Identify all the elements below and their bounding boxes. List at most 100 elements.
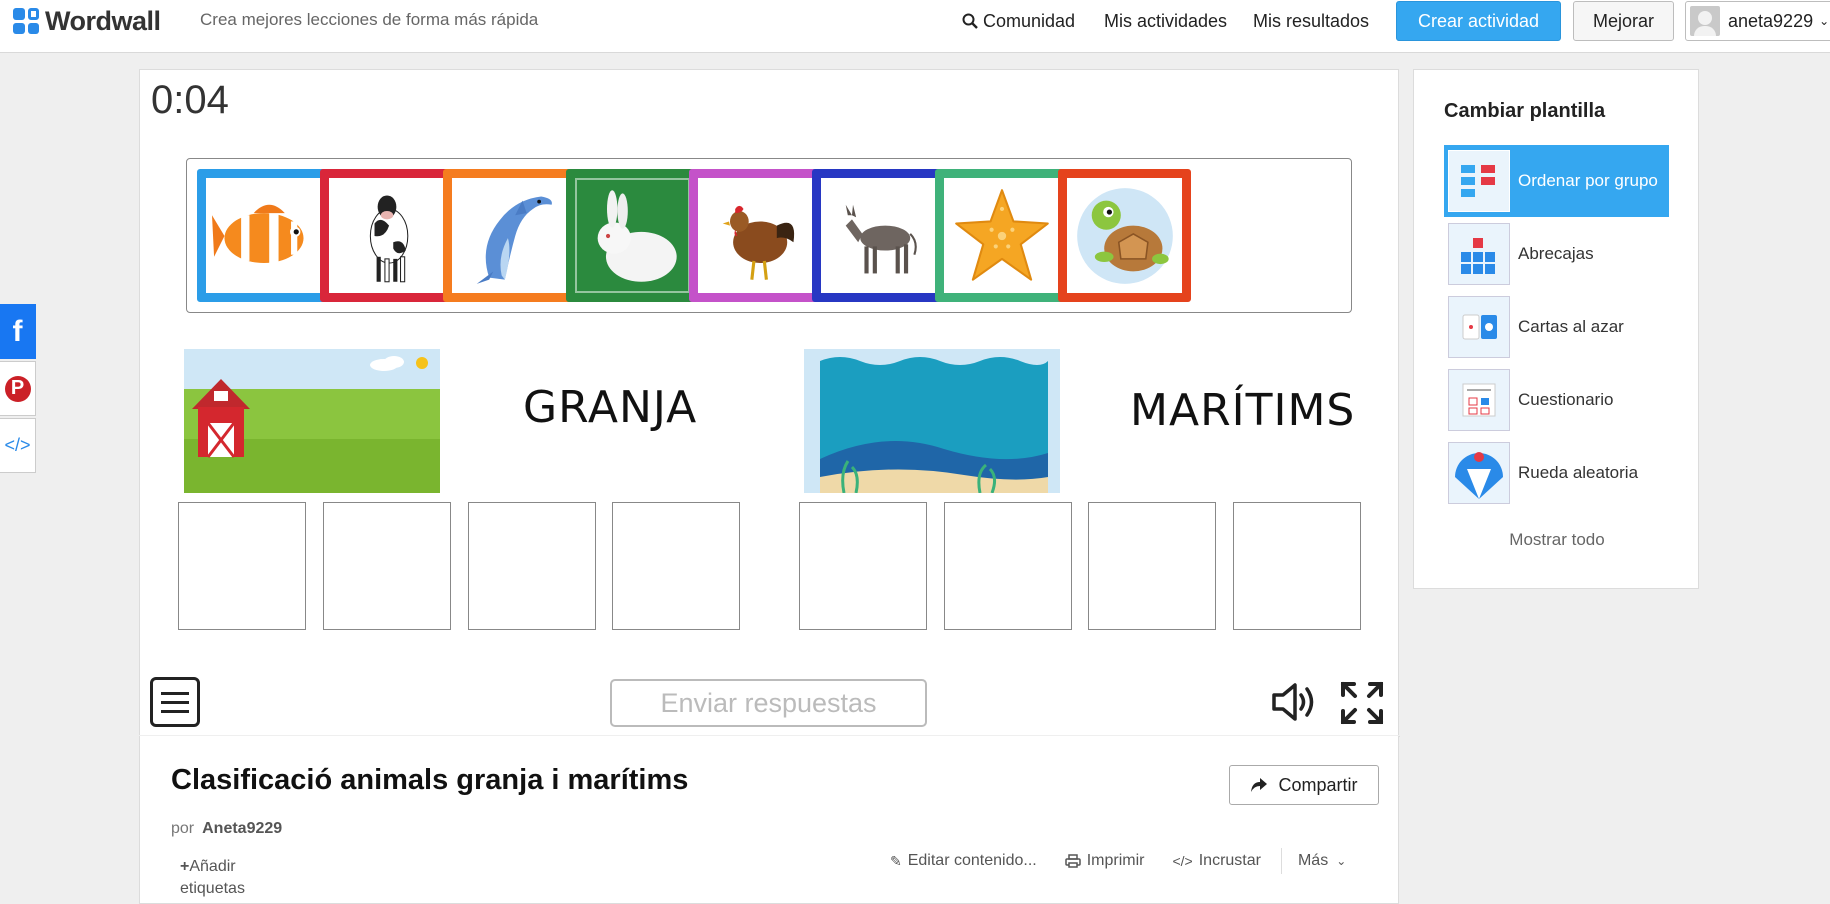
drop-slot-granja-1[interactable] [178, 502, 306, 630]
card-rabbit[interactable] [566, 169, 699, 302]
by-label: por [171, 820, 195, 837]
drop-slot-granja-3[interactable] [468, 502, 596, 630]
user-menu[interactable]: aneta9229 ⌄ [1685, 1, 1830, 41]
template-cartas-al-azar[interactable]: Cartas al azar [1444, 291, 1669, 363]
game-area: 0:04 GRANJA MARÍTIMS Enviar respuestas [139, 69, 1400, 737]
dolphin-icon [476, 195, 552, 284]
chevron-down-icon: ⌄ [1819, 14, 1830, 28]
logo-text: Wordwall [45, 5, 161, 36]
byline: por Aneta9229 [171, 820, 282, 838]
share-label: Compartir [1278, 774, 1358, 795]
embed-button[interactable]: </> Incrustar [1172, 852, 1261, 870]
show-all-link[interactable]: Mostrar todo [1414, 530, 1700, 550]
edit-label: Editar contenido... [907, 852, 1037, 869]
rabbit-icon [597, 189, 677, 282]
nav-comunidad-label: Comunidad [983, 10, 1076, 31]
wheel-icon [1448, 442, 1510, 504]
cow-icon [369, 194, 408, 282]
template-label: Ordenar por grupo [1518, 171, 1658, 190]
tagline: Crea mejores lecciones de forma más rápi… [200, 10, 539, 29]
card-tray [186, 158, 1352, 313]
submit-answers-button[interactable]: Enviar respuestas [610, 679, 927, 727]
template-label: Abrecajas [1518, 244, 1594, 263]
create-activity-button[interactable]: Crear actividad [1396, 1, 1561, 41]
template-rueda-aleatoria[interactable]: Rueda aleatoria [1444, 437, 1669, 509]
code-icon: </> [1172, 853, 1193, 869]
print-label: Imprimir [1086, 852, 1145, 869]
more-label: Más [1297, 852, 1329, 869]
menu-button[interactable] [150, 677, 200, 727]
activity-title: Clasificació animals granja i marítims [171, 764, 689, 796]
card-clownfish[interactable] [197, 169, 330, 302]
card-turtle[interactable] [1058, 169, 1191, 302]
hen-icon [722, 205, 794, 280]
author-link[interactable]: Aneta9229 [202, 820, 282, 837]
top-bar: Wordwall Crea mejores lecciones de forma… [0, 0, 1830, 53]
template-label: Cartas al azar [1518, 317, 1624, 336]
logo-icon [13, 8, 39, 34]
card-donkey[interactable] [812, 169, 945, 302]
quiz-icon [1448, 369, 1510, 431]
avatar [1690, 6, 1720, 36]
share-icon [1251, 778, 1268, 792]
more-button[interactable]: Más ⌄ [1298, 852, 1346, 870]
username: aneta9229 [1728, 10, 1814, 31]
template-label: Cuestionario [1518, 390, 1614, 409]
card-hen[interactable] [689, 169, 822, 302]
timer: 0:04 [151, 78, 229, 122]
activity-actions: ✎ Editar contenido... Imprimir </> Incru… [890, 848, 1374, 874]
share-button[interactable]: Compartir [1229, 765, 1379, 805]
drop-slot-maritims-3[interactable] [1088, 502, 1216, 630]
card-starfish[interactable] [935, 169, 1068, 302]
cards-icon [1448, 296, 1510, 358]
embed-label: Incrustar [1198, 852, 1261, 869]
change-template-panel: Cambiar plantilla Ordenar por grupo Abre… [1413, 69, 1699, 589]
pencil-icon: ✎ [890, 852, 902, 869]
turtle-icon [1076, 187, 1173, 284]
group-label-maritims: MARÍTIMS [1130, 385, 1356, 436]
template-cuestionario[interactable]: Cuestionario [1444, 364, 1669, 436]
starfish-icon [954, 188, 1049, 281]
printer-icon [1064, 854, 1081, 868]
sound-icon[interactable] [1271, 681, 1317, 723]
donkey-icon [845, 204, 917, 273]
nav-comunidad[interactable]: Comunidad [962, 0, 1075, 42]
edit-content-button[interactable]: ✎ Editar contenido... [890, 852, 1037, 870]
drop-slot-granja-2[interactable] [323, 502, 451, 630]
clownfish-icon [211, 204, 304, 263]
farm-image [184, 349, 440, 493]
template-label: Rueda aleatoria [1518, 463, 1639, 482]
embed-icon: </> [4, 435, 31, 455]
pinterest-share-button[interactable]: P [0, 361, 36, 416]
add-tags-label: Añadir etiquetas [180, 858, 245, 897]
search-icon [962, 13, 978, 29]
pinterest-icon: P [4, 375, 31, 402]
facebook-share-button[interactable]: f [0, 304, 36, 359]
group-label-granja: GRANJA [523, 382, 698, 433]
fullscreen-icon[interactable] [1340, 681, 1384, 725]
sea-image [804, 349, 1060, 493]
nav-mis-actividades[interactable]: Mis actividades [1104, 0, 1227, 42]
template-ordenar-por-grupo[interactable]: Ordenar por grupo [1444, 145, 1669, 217]
chevron-down-icon: ⌄ [1336, 854, 1347, 868]
drop-slot-maritims-4[interactable] [1233, 502, 1361, 630]
upgrade-button[interactable]: Mejorar [1573, 1, 1674, 41]
boxes-icon [1448, 223, 1510, 285]
print-button[interactable]: Imprimir [1064, 852, 1145, 870]
template-abrecajas[interactable]: Abrecajas [1444, 218, 1669, 290]
actions-separator [1280, 848, 1282, 874]
nav-mis-resultados[interactable]: Mis resultados [1253, 0, 1369, 42]
card-dolphin[interactable] [443, 169, 576, 302]
drop-slot-maritims-2[interactable] [944, 502, 1072, 630]
card-cow[interactable] [320, 169, 453, 302]
add-tags-button[interactable]: +Añadir etiquetas [180, 856, 290, 900]
drop-slot-maritims-1[interactable] [799, 502, 927, 630]
facebook-icon: f [12, 314, 23, 348]
group-sort-icon [1448, 150, 1510, 212]
embed-share-button[interactable]: </> [0, 418, 36, 473]
panel-title: Cambiar plantilla [1444, 100, 1606, 122]
wordwall-logo[interactable]: Wordwall [13, 6, 161, 36]
drop-slot-granja-4[interactable] [612, 502, 740, 630]
plus-icon: + [180, 858, 190, 875]
hamburger-icon [161, 691, 189, 695]
